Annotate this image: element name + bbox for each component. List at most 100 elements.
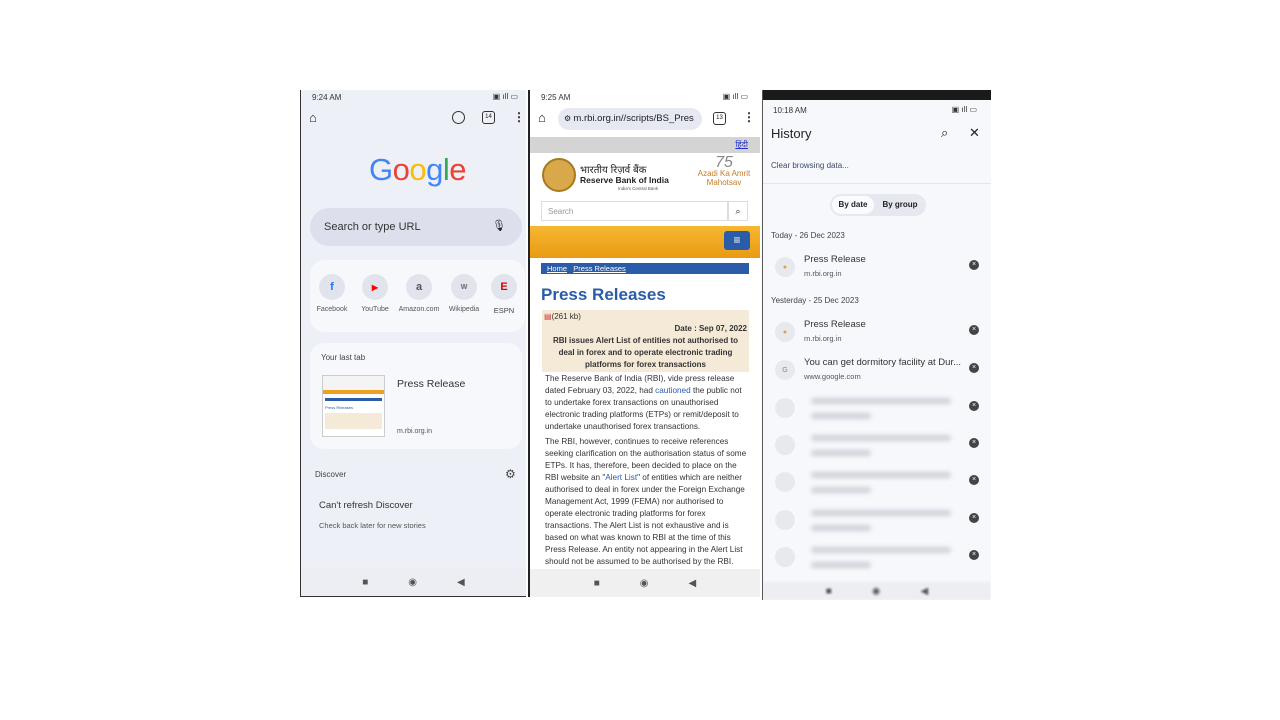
discover-hint: Check back later for new stories [319, 521, 426, 530]
shortcut-amazon[interactable]: a Amazon.com [397, 274, 441, 313]
google-logo: Google [369, 152, 467, 187]
rbi-favicon: ● [775, 257, 795, 277]
shortcut-facebook[interactable]: f Facebook [312, 274, 352, 313]
status-time: 9:25 AM [541, 93, 571, 102]
toggle-by-group[interactable]: By group [877, 196, 923, 214]
chrome-new-tab-screen: 9:24 AM ▣ ıll ▭ ⌂ 14 ⋮ Google Search or … [300, 90, 526, 597]
remove-icon[interactable]: × [969, 363, 979, 373]
blurred-history-item[interactable]: × [771, 466, 983, 500]
history-item[interactable]: G You can get dormitory facility at Dur..… [771, 354, 983, 388]
release-paragraph-2: The RBI, however, continues to receive r… [545, 437, 747, 566]
menu-icon[interactable]: ⋮ [743, 110, 755, 124]
blurred-history-item[interactable]: × [771, 429, 983, 463]
status-icons: ▣ ıll ▭ [722, 92, 748, 101]
close-icon[interactable]: ✕ [969, 125, 980, 141]
clear-browsing-data-link[interactable]: Clear browsing data... [771, 161, 849, 170]
back-icon[interactable]: ◀ [921, 586, 929, 597]
espn-icon: E [491, 274, 517, 300]
history-title: History [771, 126, 812, 141]
view-toggle: By date By group [830, 194, 926, 216]
menu-icon[interactable]: ⋮ [513, 110, 525, 124]
shortcut-espn[interactable]: E ESPN [486, 274, 522, 315]
last-tab-url: m.rbi.org.in [397, 428, 433, 435]
bank-name: Reserve Bank of India [580, 175, 669, 185]
shortcut-label: ESPN [493, 306, 515, 315]
facebook-icon: f [319, 274, 345, 300]
url-text: m.rbi.org.in//scripts/BS_Pres [573, 113, 694, 124]
bank-name-hindi: भारतीय रिज़र्व बैंक [580, 165, 647, 176]
home-nav-icon[interactable]: ◉ [640, 578, 649, 589]
remove-icon[interactable]: × [969, 438, 979, 448]
release-headline: RBI issues Alert List of entities not au… [552, 336, 739, 369]
search-box[interactable]: Search or type URL 🎙 [310, 208, 522, 246]
shortcut-youtube[interactable]: ▶ YouTube [355, 274, 395, 313]
back-icon[interactable]: ◀ [457, 577, 465, 588]
release-header: ▤(261 kb) Date : Sep 07, 2022 RBI issues… [542, 310, 749, 372]
recents-icon[interactable]: ■ [594, 578, 600, 589]
status-time: 9:24 AM [312, 93, 342, 102]
history-item[interactable]: ● Press Release m.rbi.org.in × [771, 316, 983, 350]
blurred-history-item[interactable]: × [771, 504, 983, 538]
discover-label: Discover [315, 470, 347, 479]
android-nav-bar: ■ ◉ ◀ [763, 582, 991, 600]
site-search-input[interactable]: Search [541, 201, 728, 221]
remove-icon[interactable]: × [969, 550, 979, 560]
alert-list-link[interactable]: Alert List [605, 473, 637, 482]
status-time: 10:18 AM [773, 106, 807, 115]
pdf-icon: ▤ [544, 312, 552, 321]
home-icon[interactable]: ⌂ [538, 110, 546, 125]
home-nav-icon[interactable]: ◉ [872, 586, 881, 597]
shortcut-label: Amazon.com [398, 306, 440, 313]
rbi-press-release-screen: 9:25 AM ▣ ıll ▭ ⌂ ⚙ m.rbi.org.in//script… [528, 90, 760, 597]
breadcrumb-press-releases[interactable]: Press Releases [573, 264, 626, 273]
home-icon[interactable]: ⌂ [309, 110, 317, 125]
shortcut-label: Facebook [316, 306, 348, 313]
section-heading: Yesterday - 25 Dec 2023 [771, 296, 859, 305]
last-tab-heading: Your last tab [321, 353, 366, 362]
language-bar: हिंदी [530, 137, 760, 153]
remove-icon[interactable]: × [969, 325, 979, 335]
search-icon[interactable]: ⌕ [728, 201, 748, 221]
recents-icon[interactable]: ■ [826, 586, 832, 597]
section-heading: Today - 26 Dec 2023 [771, 231, 845, 240]
home-nav-icon[interactable]: ◉ [408, 577, 417, 588]
hindi-link[interactable]: हिंदी [735, 139, 748, 150]
history-item[interactable]: ● Press Release m.rbi.org.in × [771, 251, 983, 285]
search-placeholder: Search or type URL [324, 221, 421, 233]
last-tab-thumbnail: Press Releases [322, 375, 385, 437]
status-icons: ▣ ıll ▭ [492, 92, 518, 101]
recents-icon[interactable]: ■ [362, 577, 368, 588]
tab-switcher-button[interactable]: 13 [713, 112, 726, 125]
bank-tagline: India's Central Bank [618, 186, 659, 191]
page-title: Press Releases [541, 285, 666, 304]
wikipedia-icon: W [451, 274, 477, 300]
mic-icon[interactable]: 🎙 [492, 219, 506, 232]
shortcut-wikipedia[interactable]: W Wikipedia [444, 274, 484, 313]
cautioned-link[interactable]: cautioned [655, 386, 691, 395]
blurred-history-item[interactable]: × [771, 541, 983, 575]
breadcrumb: Home Press Releases [541, 263, 749, 274]
android-nav-bar: ■ ◉ ◀ [530, 569, 760, 597]
hamburger-menu-icon[interactable]: ≡ [724, 231, 750, 250]
settings-gear-icon[interactable]: ⚙ [505, 467, 516, 481]
remove-icon[interactable]: × [969, 401, 979, 411]
breadcrumb-home[interactable]: Home [547, 264, 567, 273]
rbi-favicon: ● [775, 322, 795, 342]
tab-switcher-button[interactable]: 14 [482, 111, 495, 124]
toggle-by-date[interactable]: By date [832, 196, 874, 214]
chrome-history-screen: 10:18 AM ▣ ıll ▭ History ⌕ ✕ Clear brows… [762, 90, 991, 600]
site-info-icon[interactable]: ⚙ [564, 114, 573, 123]
remove-icon[interactable]: × [969, 475, 979, 485]
back-icon[interactable]: ◀ [689, 578, 697, 589]
blurred-history-item[interactable]: × [771, 392, 983, 426]
status-icons: ▣ ıll ▭ [951, 105, 977, 114]
search-icon[interactable]: ⌕ [941, 125, 948, 141]
release-date: Date : Sep 07, 2022 [674, 324, 747, 333]
remove-icon[interactable]: × [969, 513, 979, 523]
last-tab-card[interactable]: Your last tab Press Releases Press Relea… [310, 343, 522, 449]
shortcut-label: Wikipedia [448, 306, 480, 313]
account-icon[interactable] [452, 111, 465, 124]
remove-icon[interactable]: × [969, 260, 979, 270]
url-bar[interactable]: ⚙ m.rbi.org.in//scripts/BS_Pres [558, 108, 702, 130]
pdf-link[interactable]: ▤(261 kb) [544, 312, 581, 321]
